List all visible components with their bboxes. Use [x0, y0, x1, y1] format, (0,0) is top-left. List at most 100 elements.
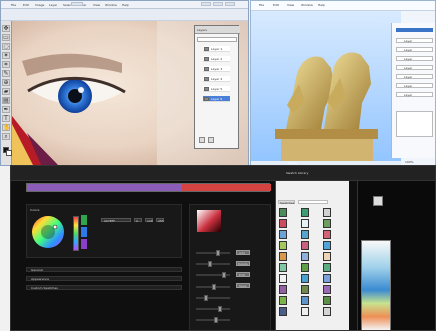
- minimize-button[interactable]: [201, 2, 211, 6]
- right-menu-help[interactable]: Help: [318, 3, 325, 7]
- swatch-item[interactable]: [301, 252, 309, 261]
- contrast-slider[interactable]: [196, 317, 230, 323]
- text-tool-icon[interactable]: T: [2, 115, 10, 122]
- color-tab[interactable]: Colors: [30, 208, 39, 212]
- maximize-button[interactable]: [213, 2, 223, 6]
- swatch-item[interactable]: [301, 263, 309, 272]
- swatch-item[interactable]: [301, 230, 309, 239]
- gradient-tool-icon[interactable]: ▤: [2, 97, 10, 104]
- panel-row[interactable]: Layer: [396, 38, 433, 43]
- blue-swatch[interactable]: [81, 227, 87, 237]
- violet-swatch[interactable]: [81, 239, 87, 249]
- hue-slider[interactable]: [73, 216, 79, 251]
- swatch-item[interactable]: [323, 219, 331, 228]
- stamp-tool-icon[interactable]: ⊕: [2, 79, 10, 86]
- wand-tool-icon[interactable]: ✶: [2, 52, 10, 59]
- layer-row[interactable]: Layer 2: [203, 56, 230, 62]
- swatch-item[interactable]: [279, 263, 287, 272]
- panel-row[interactable]: Layer: [396, 83, 433, 88]
- alpha-slider[interactable]: [196, 306, 230, 312]
- swatch-item[interactable]: [301, 208, 309, 217]
- swatch-item[interactable]: [301, 307, 309, 316]
- swatch-item[interactable]: [323, 230, 331, 239]
- swatch-item[interactable]: [323, 263, 331, 272]
- eraser-tool-icon[interactable]: ▰: [2, 88, 10, 95]
- swatch-item[interactable]: [279, 285, 287, 294]
- swatch-item[interactable]: [279, 208, 287, 217]
- swatch-item[interactable]: [323, 274, 331, 283]
- section-appearance[interactable]: Appearance: [26, 276, 182, 281]
- swatch-item[interactable]: [279, 296, 287, 305]
- swatch-item[interactable]: [279, 252, 287, 261]
- swatch-item[interactable]: [301, 274, 309, 283]
- delete-button[interactable]: Delete: [236, 261, 250, 266]
- menu-window[interactable]: Window: [105, 3, 117, 7]
- panel-row[interactable]: Layer: [396, 65, 433, 70]
- swatch-item[interactable]: [323, 296, 331, 305]
- right-menu-window[interactable]: Window: [301, 3, 313, 7]
- right-menu-file[interactable]: File: [259, 3, 264, 7]
- swatch-item[interactable]: [279, 230, 287, 239]
- mode-button[interactable]: [71, 2, 83, 6]
- menu-help[interactable]: Help: [122, 3, 129, 7]
- new-layer-icon[interactable]: [199, 137, 205, 143]
- selected-layer-row[interactable]: Layer 6: [203, 96, 230, 102]
- section-custom-swatches[interactable]: Custom Swatches: [26, 285, 182, 290]
- marquee-tool-icon[interactable]: ▭: [2, 34, 10, 41]
- zoom-tool-icon[interactable]: ⌕: [2, 133, 10, 140]
- shade-slider[interactable]: [196, 295, 230, 301]
- swatch-item[interactable]: [279, 241, 287, 250]
- right-menu-view[interactable]: View: [287, 3, 294, 7]
- swatch-item[interactable]: [279, 274, 287, 283]
- swatch-item[interactable]: [301, 219, 309, 228]
- saturation-slider[interactable]: [196, 261, 230, 267]
- green-swatch[interactable]: [81, 215, 87, 225]
- menu-edit[interactable]: Edit: [23, 3, 29, 7]
- opacity-slider[interactable]: [196, 250, 230, 256]
- swatch-item[interactable]: [323, 252, 331, 261]
- swatch-item[interactable]: [279, 219, 287, 228]
- r-input[interactable]: 0: [134, 218, 142, 223]
- layer-blend-select[interactable]: [197, 37, 237, 42]
- swatch-item[interactable]: [279, 307, 287, 316]
- swatch-item[interactable]: [323, 307, 331, 316]
- save-button[interactable]: Save: [236, 283, 250, 288]
- brush-tool-icon[interactable]: ✎: [2, 70, 10, 77]
- swatch-item[interactable]: [323, 241, 331, 250]
- layer-row[interactable]: Layer 1: [203, 46, 230, 52]
- menu-view[interactable]: View: [93, 3, 100, 7]
- add-button[interactable]: Add: [236, 250, 250, 255]
- b-input[interactable]: 255: [156, 218, 164, 223]
- layer-row[interactable]: Layer 3: [203, 66, 230, 72]
- tint-slider[interactable]: [196, 284, 230, 290]
- swatch-item[interactable]: [301, 296, 309, 305]
- g-input[interactable]: 126: [145, 218, 153, 223]
- layer-row[interactable]: Layer 5: [203, 86, 230, 92]
- swatch-item[interactable]: [301, 241, 309, 250]
- panel-row[interactable]: Layer: [396, 74, 433, 79]
- crop-tool-icon[interactable]: ⌗: [2, 61, 10, 68]
- menu-file[interactable]: File: [11, 3, 16, 7]
- swatch-item[interactable]: [301, 285, 309, 294]
- layer-row[interactable]: Layer 4: [203, 76, 230, 82]
- right-menu-edit[interactable]: Edit: [273, 3, 279, 7]
- lasso-tool-icon[interactable]: ◌: [2, 43, 10, 50]
- swatch-item[interactable]: [323, 285, 331, 294]
- panel-row[interactable]: Layer: [396, 92, 433, 97]
- panel-row[interactable]: Layer: [396, 56, 433, 61]
- search-input[interactable]: [298, 200, 328, 204]
- brightness-slider[interactable]: [196, 272, 230, 278]
- move-tool-icon[interactable]: ✥: [2, 25, 10, 32]
- color-wheel[interactable]: [31, 215, 66, 250]
- trash-icon[interactable]: [208, 137, 214, 143]
- swatch-item[interactable]: [323, 208, 331, 217]
- menu-layer[interactable]: Layer: [49, 3, 57, 7]
- pen-tool-icon[interactable]: ✒: [2, 106, 10, 113]
- panel-row[interactable]: Layer: [396, 47, 433, 52]
- small-preview-icon[interactable]: [373, 196, 383, 206]
- swatches-tab[interactable]: Swatches: [278, 200, 295, 205]
- hand-tool-icon[interactable]: ✋: [2, 124, 10, 131]
- hex-input[interactable]: 007EFF: [101, 218, 131, 223]
- edit-button[interactable]: Edit: [236, 272, 250, 277]
- close-button[interactable]: [225, 2, 235, 6]
